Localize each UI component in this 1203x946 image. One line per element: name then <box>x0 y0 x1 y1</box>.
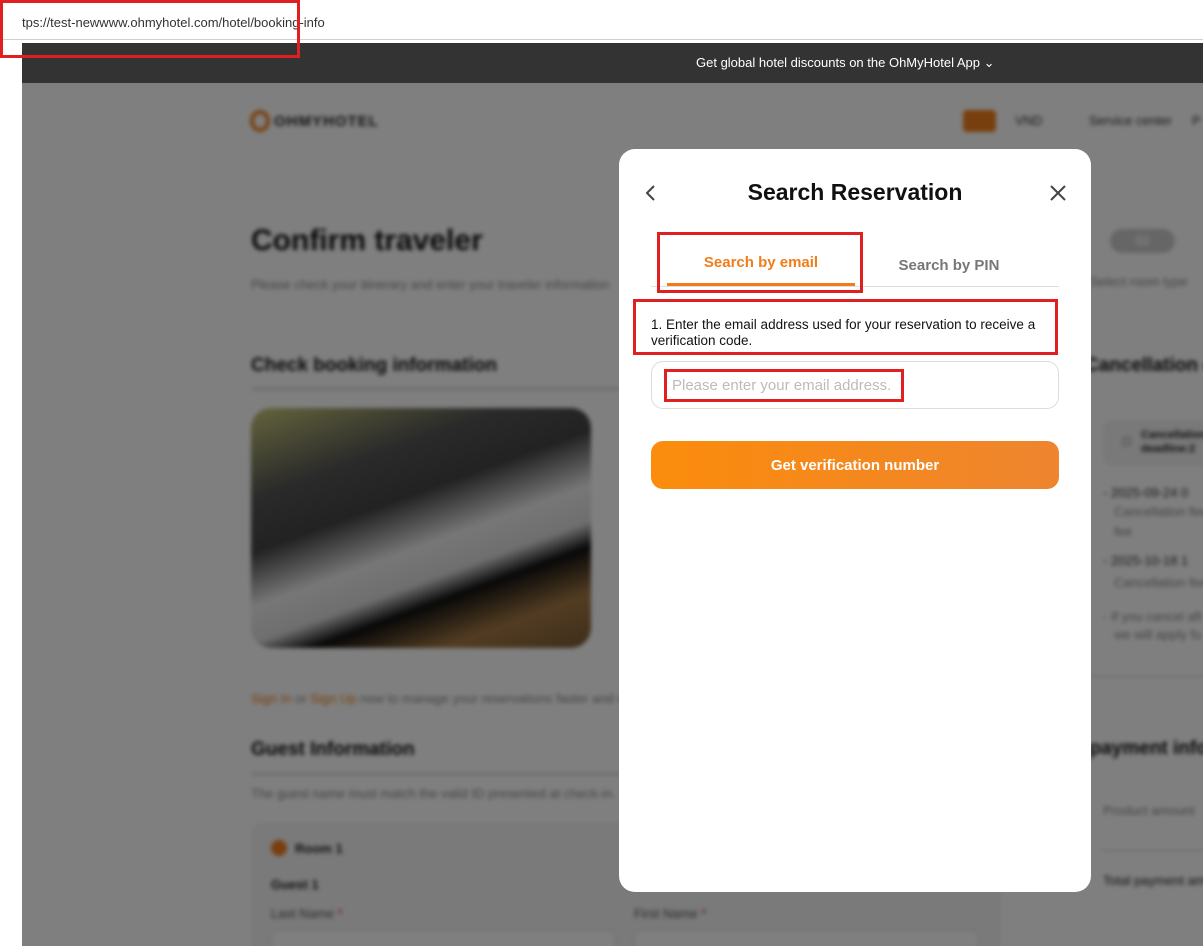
chevron-down-icon: ⌄ <box>983 55 995 70</box>
url-text[interactable]: tps://test-newwww.ohmyhotel.com/hotel/bo… <box>22 15 325 30</box>
tab-search-by-email[interactable]: Search by email <box>667 241 855 286</box>
close-icon <box>1050 185 1066 201</box>
instruction-text: 1. Enter the email address used for your… <box>651 317 1036 348</box>
tab-divider <box>651 286 1059 287</box>
modal-title: Search Reservation <box>747 179 963 205</box>
tab-search-by-pin[interactable]: Search by PIN <box>855 243 1043 288</box>
app-promo-banner[interactable]: Get global hotel discounts on the OhMyHo… <box>22 43 1203 83</box>
search-reservation-modal: Search Reservation Search by email Searc… <box>619 149 1091 892</box>
banner-text[interactable]: Get global hotel discounts on the OhMyHo… <box>696 55 995 71</box>
email-input[interactable] <box>651 361 1059 409</box>
close-button[interactable] <box>1046 181 1070 205</box>
browser-address-bar[interactable]: tps://test-newwww.ohmyhotel.com/hotel/bo… <box>0 0 1203 40</box>
get-verification-button[interactable]: Get verification number <box>651 441 1059 489</box>
